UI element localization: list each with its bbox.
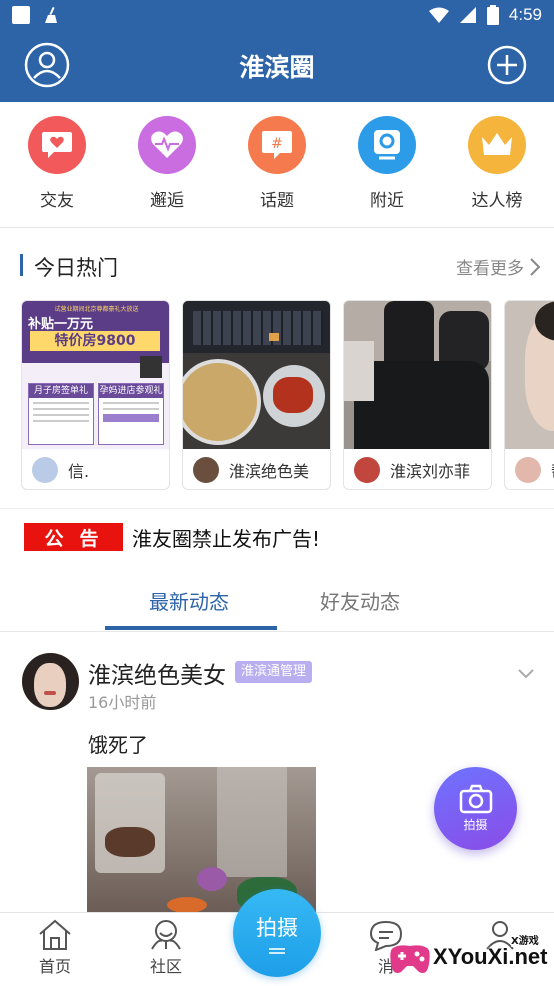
status-time: 4:59 [508, 5, 542, 24]
notice-banner[interactable]: 公告 淮友圈禁止发布广告! [24, 522, 320, 552]
camera-icon [459, 784, 492, 814]
cleaner-icon [45, 6, 57, 23]
section-divider [0, 508, 554, 509]
home-icon [39, 919, 71, 950]
role-badge: 淮滨通管理 [235, 661, 313, 683]
quick-nav-topics[interactable]: # 话题 [246, 102, 308, 227]
qr-code-icon [140, 356, 162, 378]
notification-icon [12, 6, 30, 24]
chevron-down-icon[interactable] [518, 669, 534, 679]
nav-shoot-label: 拍摄 [256, 916, 298, 940]
notice-badge: 公告 [24, 523, 123, 551]
floating-camera-label: 拍摄 [463, 818, 488, 832]
avatar [354, 457, 380, 483]
avatar[interactable] [22, 653, 79, 710]
battery-icon [486, 5, 499, 25]
poster-box2: 孕妈进店参观礼 [99, 384, 163, 398]
section-divider [0, 227, 554, 228]
community-icon [151, 920, 181, 950]
menu-lines-icon [269, 948, 285, 954]
tab-friends[interactable]: 好友动态 [320, 586, 400, 615]
app-header: 淮滨圈 [0, 30, 554, 102]
status-bar: 4:59 [0, 0, 554, 30]
card-author-name: 信. [68, 462, 90, 481]
notice-text: 淮友圈禁止发布广告! [132, 526, 321, 551]
chevron-right-icon [530, 257, 540, 276]
heartbeat-icon [138, 116, 196, 174]
poster-line1: 试营业期间北京尊都豪礼大放送 [54, 306, 139, 313]
nav-community-label: 社区 [149, 957, 182, 976]
nav-home[interactable]: 首页 [25, 919, 85, 977]
hot-card[interactable]: 淮滨刘亦菲 [343, 300, 492, 490]
see-more-label: 查看更多 [456, 259, 524, 279]
quick-nav: 交友 邂逅 # 话题 附近 达人榜 [0, 102, 554, 227]
heart-chat-icon [28, 116, 86, 174]
poster-box1: 月子房签单礼 [29, 384, 93, 398]
hot-card[interactable]: 淮滨绝色美 [182, 300, 331, 490]
card-author-name: 淮滨刘亦菲 [390, 462, 471, 481]
quick-nav-friends[interactable]: 交友 [26, 102, 88, 227]
hot-today-title: 今日热门 [34, 256, 118, 280]
svg-text:#: # [271, 136, 283, 152]
quick-nav-label: 话题 [260, 191, 294, 211]
poster-line3: 特价房9800 [30, 331, 160, 351]
portrait-photo-image [505, 301, 554, 449]
quick-nav-label: 达人榜 [471, 191, 523, 211]
section-accent-bar [20, 254, 23, 276]
avatar [32, 457, 58, 483]
post-timestamp: 16小时前 [88, 693, 157, 712]
page-title: 淮滨圈 [239, 53, 315, 82]
hot-today-header: 今日热门 查看更多 [0, 242, 554, 288]
tab-latest[interactable]: 最新动态 [149, 586, 229, 615]
gamepad-logo-icon [390, 945, 430, 973]
nav-shoot-button[interactable]: 拍摄 [233, 889, 321, 977]
quick-nav-label: 交友 [40, 191, 74, 211]
poster-line2: 补贴一万元 [28, 317, 94, 332]
feed-tabs: 最新动态 好友动态 [0, 572, 554, 632]
add-post-button[interactable] [487, 45, 527, 85]
hashtag-icon: # [248, 116, 306, 174]
quick-nav-label: 附近 [370, 191, 404, 211]
nav-home-label: 首页 [38, 957, 71, 976]
wifi-icon [428, 7, 449, 23]
crown-icon [468, 116, 526, 174]
signal-icon [459, 7, 476, 23]
watermark-small-text: X游戏 [511, 932, 539, 947]
avatar [515, 457, 541, 483]
quick-nav-label: 邂逅 [150, 191, 184, 211]
watermark-text: XYouXi.net [433, 944, 548, 969]
floating-camera-button[interactable]: 拍摄 [434, 767, 517, 850]
location-icon [358, 116, 416, 174]
tab-indicator [105, 626, 277, 630]
avatar [193, 457, 219, 483]
promo-poster-image: 试营业期间北京尊都豪礼大放送 补贴一万元 特价房9800 月子房签单礼 孕妈进店… [22, 301, 169, 449]
post-author-name[interactable]: 淮滨绝色美女 [88, 656, 226, 690]
quick-nav-nearby[interactable]: 附近 [356, 102, 418, 227]
hot-cards-carousel[interactable]: 试营业期间北京尊都豪礼大放送 补贴一万元 特价房9800 月子房签单礼 孕妈进店… [21, 300, 554, 492]
card-author-name: 淮滨绝色美 [229, 462, 310, 481]
hot-card[interactable]: 试营业期间北京尊都豪礼大放送 补贴一万元 特价房9800 月子房签单礼 孕妈进店… [21, 300, 170, 490]
see-more-link[interactable]: 查看更多 [456, 254, 540, 279]
outfit-photo-image [344, 301, 491, 449]
food-photo-image [183, 301, 330, 449]
hot-card[interactable]: 帮 [504, 300, 554, 490]
post-text: 饿死了 [88, 733, 148, 757]
site-watermark: XYouXi.net X游戏 [383, 930, 554, 986]
nav-community[interactable]: 社区 [136, 919, 196, 977]
quick-nav-encounter[interactable]: 邂逅 [136, 102, 198, 227]
quick-nav-ranking[interactable]: 达人榜 [466, 102, 528, 227]
